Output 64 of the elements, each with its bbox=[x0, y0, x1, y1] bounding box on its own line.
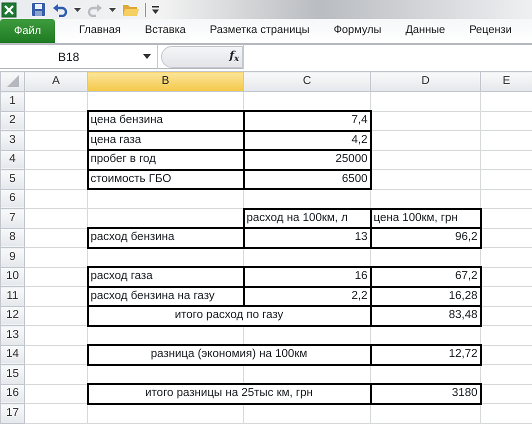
ribbon-tab[interactable]: Данные bbox=[405, 22, 446, 38]
row-header[interactable]: 5 bbox=[0, 170, 24, 189]
dropdown-icon[interactable] bbox=[74, 8, 81, 12]
table-cell: 67,2 bbox=[370, 267, 480, 286]
table-cell: итого расход по газу bbox=[88, 306, 370, 326]
table-cell: разница (экономия) на 100км bbox=[88, 345, 370, 364]
dropdown-icon[interactable] bbox=[143, 54, 151, 59]
table-cell: 25000 bbox=[244, 150, 370, 170]
ribbon-tab[interactable]: Главная bbox=[79, 22, 121, 38]
insert-function-button[interactable]: f$_{x}$ bbox=[229, 48, 239, 65]
table-cell: 83,48 bbox=[370, 306, 480, 326]
table-cell: 2,2 bbox=[244, 286, 370, 306]
file-tab[interactable]: Файл bbox=[0, 19, 55, 43]
customize-icon[interactable] bbox=[152, 6, 159, 14]
row-header[interactable]: 15 bbox=[0, 364, 24, 384]
row-header[interactable]: 17 bbox=[0, 404, 24, 423]
table-cell: расход бензина bbox=[88, 228, 244, 248]
table-cell: расход бензина на газу bbox=[88, 286, 244, 306]
table-cell: 3180 bbox=[370, 384, 480, 404]
table-cell: цена газа bbox=[88, 130, 244, 150]
row-header[interactable]: 10 bbox=[0, 267, 24, 286]
row-header[interactable]: 11 bbox=[0, 286, 24, 306]
row-header[interactable]: 1 bbox=[0, 92, 24, 111]
ribbon-tab[interactable]: Рецензи bbox=[469, 22, 512, 38]
row-header[interactable]: 16 bbox=[0, 384, 24, 404]
table-cell: 96,2 bbox=[370, 228, 480, 248]
table-cell: 13 bbox=[244, 228, 370, 248]
table-cell: расход газа bbox=[88, 267, 244, 286]
row-header[interactable]: 6 bbox=[0, 189, 24, 208]
row-header[interactable]: 7 bbox=[0, 208, 24, 228]
table-cell: цена 100км, грн bbox=[370, 208, 480, 228]
row-header[interactable]: 9 bbox=[0, 248, 24, 267]
column-header[interactable]: B bbox=[88, 72, 244, 92]
table-cell: 7,4 bbox=[244, 111, 370, 130]
row-header[interactable]: 3 bbox=[0, 130, 24, 150]
table-cell: пробег в год bbox=[88, 150, 244, 170]
undo-icon[interactable] bbox=[52, 2, 68, 16]
table-cell: 6500 bbox=[244, 170, 370, 189]
row-header[interactable]: 13 bbox=[0, 326, 24, 345]
table-cell: 12,72 bbox=[370, 345, 480, 364]
table-cell: расход на 100км, л bbox=[244, 208, 370, 228]
table-cell: итого разницы на 25тыс км, грн bbox=[88, 384, 370, 404]
table-cell: цена бензина bbox=[88, 111, 244, 130]
save-icon[interactable] bbox=[31, 2, 46, 17]
row-header[interactable]: 14 bbox=[0, 345, 24, 364]
ribbon-tab[interactable]: Формулы bbox=[334, 22, 382, 38]
column-header[interactable]: D bbox=[370, 72, 480, 92]
row-header[interactable]: 8 bbox=[0, 228, 24, 248]
dropdown-icon[interactable] bbox=[109, 8, 116, 12]
ribbon-tab[interactable]: Разметка страницы bbox=[210, 22, 310, 38]
table-cell: 4,2 bbox=[244, 130, 370, 150]
ribbon-tab[interactable]: Вставка bbox=[144, 22, 186, 38]
row-header[interactable]: 4 bbox=[0, 150, 24, 170]
table-cell: 16,28 bbox=[370, 286, 480, 306]
app-icon[interactable] bbox=[1, 2, 17, 18]
formula-input[interactable] bbox=[243, 44, 532, 68]
table-cell: 16 bbox=[244, 267, 370, 286]
column-header[interactable]: E bbox=[480, 72, 532, 92]
column-header[interactable]: A bbox=[24, 72, 88, 92]
row-header[interactable]: 12 bbox=[0, 306, 24, 326]
table-cell: стоимость ГБО bbox=[88, 170, 244, 189]
column-header[interactable]: C bbox=[244, 72, 370, 92]
row-header[interactable]: 2 bbox=[0, 111, 24, 130]
name-box[interactable]: B18 bbox=[0, 44, 158, 68]
